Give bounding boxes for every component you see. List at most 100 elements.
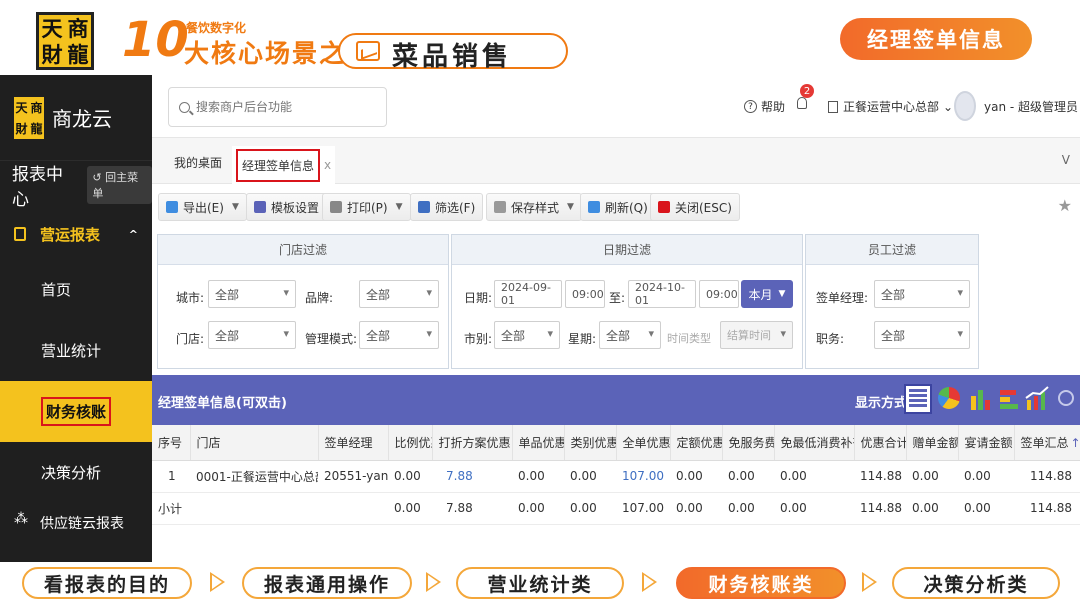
filter-button[interactable]: 筛选(F) [410, 193, 484, 221]
col-header-discount-total[interactable]: 优惠合计 [854, 425, 907, 461]
back-arrow-icon: ↺ [92, 171, 106, 184]
close-icon[interactable]: x [324, 158, 331, 172]
table-row[interactable]: 1 0001-正餐运营中心总部 20551-yan 0.00 7.88 0.00… [152, 460, 1080, 493]
sidebar: 天 商 財 龍 商龙云 报表中心 ↺ 回主菜单 营运报表 ^ 首页 营业统计 财… [0, 75, 152, 562]
tab-my-desktop[interactable]: 我的桌面 [174, 154, 222, 171]
chevron-up-icon: ^ [128, 227, 138, 241]
table-view-icon[interactable] [904, 384, 932, 414]
report-toolbar: 导出(E) ▼ 模板设置 打印(P) ▼ 筛选(F) 保存样式 ▼ 刷新(Q) … [152, 184, 1080, 232]
disabled-view-icon[interactable] [1058, 390, 1074, 406]
favorite-star-icon[interactable]: ★ [1058, 196, 1072, 215]
sidebar-item-supply-chain[interactable]: 供应链云报表 [0, 503, 152, 543]
col-header-index[interactable]: 序号 [152, 425, 191, 461]
pie-chart-icon[interactable] [938, 387, 960, 409]
banner-headline: 大核心场景之 [184, 39, 347, 68]
brand-logo: 天 商 財 龍 [36, 12, 94, 70]
sidebar-item-decision-analysis[interactable]: 决策分析 [0, 442, 152, 503]
city-label: 城市: [176, 291, 205, 305]
col-header-sign-total[interactable]: 签单汇总 ↑ [1014, 425, 1080, 461]
col-header-store[interactable]: 门店 [190, 425, 319, 461]
banner-topic: 菜品销售 [392, 42, 513, 72]
end-time-input[interactable]: 09:00 [699, 280, 739, 308]
brand-select[interactable]: 全部 [359, 280, 439, 308]
start-time-input[interactable]: 09:00 [565, 280, 605, 308]
sidebar-item-home[interactable]: 首页 [0, 259, 152, 320]
sidebar-item-business-stats[interactable]: 营业统计 [0, 320, 152, 381]
arrow-right-icon [642, 572, 657, 592]
export-button[interactable]: 导出(E) ▼ [158, 193, 247, 221]
line-chart-icon[interactable] [1024, 384, 1052, 414]
time-type-select[interactable]: 结算时间 [720, 321, 793, 349]
store-selector[interactable]: 正餐运营中心总部 ⌄ [828, 98, 953, 115]
col-header-sign-manager[interactable]: 签单经理 [318, 425, 389, 461]
help-link[interactable]: ? 帮助 [744, 98, 785, 115]
col-header-min-spend-fill[interactable]: 免最低消费补齐 [774, 425, 855, 461]
report-icon [14, 227, 26, 241]
arrow-right-icon [426, 572, 441, 592]
save-style-button[interactable]: 保存样式 ▼ [486, 193, 582, 221]
col-header-discount-plan[interactable]: 打折方案优惠 [432, 425, 513, 461]
tab-bar: 我的桌面 经理签单信息 x V [152, 138, 1080, 184]
report-center-header: 报表中心 ↺ 回主菜单 [0, 161, 152, 210]
shift-select[interactable]: 全部 [494, 321, 560, 349]
col-header-banquet-amount[interactable]: 宴请金额 [958, 425, 1015, 461]
col-header-ratio-discount[interactable]: 比例优惠 [388, 425, 433, 461]
col-header-order-discount[interactable]: 全单优惠 [616, 425, 671, 461]
bell-icon [797, 97, 807, 109]
store-select[interactable]: 全部 [208, 321, 296, 349]
col-header-item-discount[interactable]: 单品优惠 [512, 425, 565, 461]
dropdown-arrow-icon: ▼ [395, 202, 403, 212]
sign-manager-select[interactable]: 全部 [874, 280, 970, 308]
dropdown-arrow-icon: ▼ [567, 202, 574, 212]
brand-label: 品牌: [305, 291, 334, 305]
search-input[interactable] [196, 100, 376, 114]
position-select[interactable]: 全部 [874, 321, 970, 349]
horizontal-bar-chart-icon[interactable] [996, 384, 1024, 414]
col-header-gift-amount[interactable]: 赠单金额 [906, 425, 959, 461]
step-business-stats[interactable]: 营业统计类 [456, 567, 624, 599]
col-header-category-discount[interactable]: 类别优惠 [564, 425, 617, 461]
data-panel-title: 经理签单信息(可双击) [158, 396, 287, 411]
sidebar-section-operations[interactable]: 营运报表 ^ [0, 209, 152, 259]
arrow-right-icon [862, 572, 877, 592]
time-type-label: 时间类型 [667, 332, 711, 345]
top-bar: ? 帮助 2 正餐运营中心总部 ⌄ yan - 超级管理员 [152, 75, 1080, 138]
course-step-nav: 看报表的目的 报表通用操作 营业统计类 财务核账类 决策分析类 [0, 562, 1080, 608]
dropdown-arrow-icon: ▼ [778, 289, 786, 299]
search-box[interactable] [168, 87, 387, 127]
this-month-button[interactable]: 本月 ▼ [741, 280, 793, 308]
date-label: 日期: [464, 291, 493, 305]
position-label: 职务: [816, 332, 845, 346]
date-filter-box: 日期过滤 日期: 2024-09-01 09:00 至: 2024-10-01 … [451, 234, 803, 369]
promo-banner: 天 商 財 龍 10 餐饮数字化 大核心场景之 菜品销售 经理签单信息 [0, 0, 1080, 75]
staff-filter-title: 员工过滤 [806, 235, 978, 265]
weekday-select[interactable]: 全部 [599, 321, 661, 349]
shift-label: 市别: [464, 332, 493, 346]
col-header-fixed-discount[interactable]: 定额优惠 [670, 425, 723, 461]
sidebar-item-finance-check[interactable]: 财务核账 [0, 381, 152, 442]
management-mode-select[interactable]: 全部 [359, 321, 439, 349]
end-date-input[interactable]: 2024-10-01 [628, 280, 696, 308]
step-decision-analysis[interactable]: 决策分析类 [892, 567, 1060, 599]
bar-chart-icon[interactable] [968, 384, 996, 414]
store-icon [828, 100, 838, 113]
tab-overflow-chevron-icon[interactable]: V [1062, 153, 1070, 167]
refresh-button[interactable]: 刷新(Q) [580, 193, 656, 221]
step-common-operations[interactable]: 报表通用操作 [242, 567, 412, 599]
search-icon [179, 101, 190, 113]
refresh-icon [588, 201, 600, 213]
template-settings-button[interactable]: 模板设置 [246, 193, 328, 221]
filter-icon [418, 201, 430, 213]
start-date-input[interactable]: 2024-09-01 [494, 280, 562, 308]
print-button[interactable]: 打印(P) ▼ [322, 193, 411, 221]
close-report-button[interactable]: 关闭(ESC) [650, 193, 740, 221]
step-finance-check[interactable]: 财务核账类 [676, 567, 846, 599]
user-menu[interactable]: yan - 超级管理员 [954, 91, 1078, 121]
tab-manager-sign-info[interactable]: 经理签单信息 x [232, 146, 336, 184]
store-filter-title: 门店过滤 [158, 235, 448, 265]
col-header-service-free[interactable]: 免服务费 [722, 425, 775, 461]
notification-button[interactable]: 2 [797, 84, 814, 111]
step-report-purpose[interactable]: 看报表的目的 [22, 567, 192, 599]
back-main-menu-button[interactable]: ↺ 回主菜单 [87, 166, 152, 204]
city-select[interactable]: 全部 [208, 280, 296, 308]
